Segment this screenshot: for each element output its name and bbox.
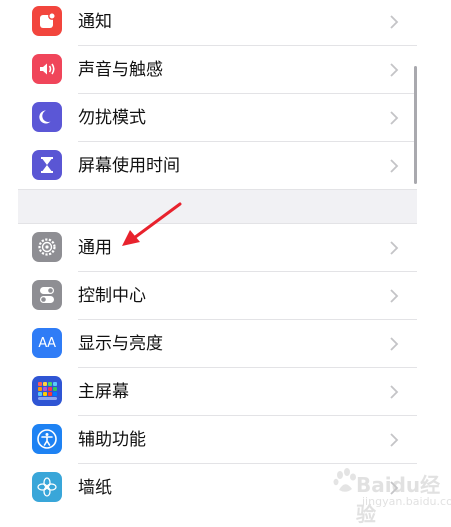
scrollbar[interactable]	[414, 66, 417, 184]
chevron-right-icon	[390, 433, 399, 447]
chevron-right-icon	[390, 337, 399, 351]
home-grid-icon	[32, 376, 62, 406]
settings-row-home-screen[interactable]: 主屏幕	[18, 368, 417, 416]
chevron-right-icon	[390, 111, 399, 125]
row-label: 屏幕使用时间	[78, 156, 180, 176]
accessibility-icon	[32, 424, 62, 454]
speaker-icon	[32, 54, 62, 84]
row-label: 主屏幕	[78, 382, 129, 402]
row-label: 显示与亮度	[78, 334, 163, 354]
settings-row-screen-time[interactable]: 屏幕使用时间	[18, 142, 417, 190]
row-label: 控制中心	[78, 286, 146, 306]
settings-row-control-center[interactable]: 控制中心	[18, 272, 417, 320]
chevron-right-icon	[390, 241, 399, 255]
settings-row-sounds[interactable]: 声音与触感	[18, 46, 417, 94]
settings-row-display[interactable]: AA 显示与亮度	[18, 320, 417, 368]
settings-row-accessibility[interactable]: 辅助功能	[18, 416, 417, 464]
settings-row-do-not-disturb[interactable]: 勿扰模式	[18, 94, 417, 142]
watermark-logo: Baidu经验 jingyan.baidu.com	[332, 463, 451, 526]
settings-list: 通知 声音与触感 勿扰模式 屏幕使用时间 通用 控制中心 AA 显示与亮度 主屏…	[18, 0, 417, 518]
row-label: 勿扰模式	[78, 108, 146, 128]
row-label: 辅助功能	[78, 430, 146, 450]
watermark-subtext: jingyan.baidu.com	[362, 495, 451, 508]
row-label: 墙纸	[78, 478, 112, 498]
toggles-icon	[32, 280, 62, 310]
chevron-right-icon	[390, 289, 399, 303]
row-label: 声音与触感	[78, 60, 163, 80]
moon-icon	[32, 102, 62, 132]
text-size-icon: AA	[32, 328, 62, 358]
row-label: 通知	[78, 12, 112, 32]
chevron-right-icon	[390, 15, 399, 29]
settings-row-general[interactable]: 通用	[18, 224, 417, 272]
chevron-right-icon	[390, 385, 399, 399]
flower-icon	[32, 472, 62, 502]
chevron-right-icon	[390, 159, 399, 173]
section-gap	[18, 189, 417, 224]
hourglass-icon	[32, 150, 62, 180]
settings-row-notifications[interactable]: 通知	[18, 0, 417, 46]
icon-text: AA	[38, 335, 56, 351]
gear-icon	[32, 232, 62, 262]
annotation-arrow-icon	[122, 202, 182, 246]
row-label: 通用	[78, 238, 112, 258]
notification-icon	[32, 6, 62, 36]
chevron-right-icon	[390, 63, 399, 77]
